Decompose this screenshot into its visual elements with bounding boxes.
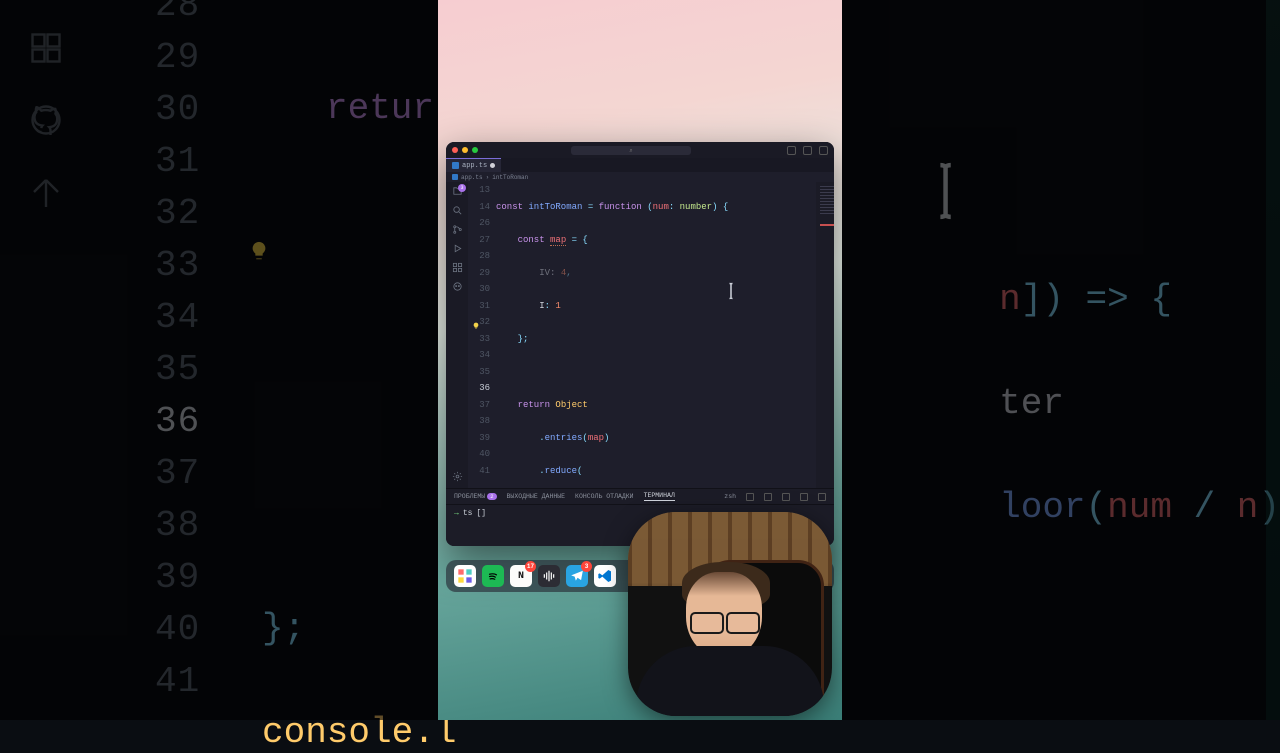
explorer-badge: 3 [458,184,466,192]
dock-app-telegram[interactable]: 3 [566,565,588,587]
panel-tab-output[interactable]: ВЫХОДНЫЕ ДАННЫЕ [507,493,566,500]
webcam-overlay [628,512,832,716]
close-panel-button[interactable] [818,493,826,501]
tab-app-ts[interactable]: app.ts [446,158,501,172]
new-terminal-button[interactable] [746,493,754,501]
telegram-badge: 3 [581,561,592,572]
search-icon[interactable] [452,205,463,216]
copilot-icon[interactable] [452,281,463,292]
source-control-icon[interactable] [452,224,463,235]
extensions-icon [28,30,64,66]
split-terminal-button[interactable] [764,493,772,501]
bg-code-fragment-right: n]) => { ter loor(num / n) [999,170,1280,534]
prompt-arrow-icon: → [454,509,459,518]
notion-letter-icon: N [518,571,524,582]
code-line: const intToRoman = function (num: number… [496,199,816,216]
github-icon [28,102,64,138]
editor-area[interactable]: 131426 272829 303132 333435 36 373839 40… [468,182,834,488]
terminal-shell-label: zsh [724,493,736,500]
share-icon [28,174,64,210]
ts-file-icon [452,174,458,180]
layout-toggle-1[interactable] [787,146,796,155]
panel-tab-terminal[interactable]: ТЕРМИНАЛ [644,492,675,501]
settings-gear-icon[interactable] [452,471,463,482]
terminal-cursor: [] [476,509,486,518]
panel-tabbar: ПРОБЛЕМЫ2 ВЫХОДНЫЕ ДАННЫЕ КОНСОЛЬ ОТЛАДК… [446,489,834,505]
tab-label: app.ts [462,162,487,170]
code-line: }; [496,331,816,348]
minimap[interactable] [816,182,834,488]
code-line: .entries(map) [496,430,816,447]
line-gutter: 131426 272829 303132 333435 36 373839 40… [468,182,496,479]
zoom-button[interactable] [472,147,478,153]
bg-code-console: console.l [262,712,456,753]
close-button[interactable] [452,147,458,153]
code-content[interactable]: const intToRoman = function (num: number… [496,182,816,488]
kill-terminal-button[interactable] [782,493,790,501]
dock-app-audio[interactable] [538,565,560,587]
vertical-video-frame: ⌕ app.ts app.ts › intToRoman 3 [438,0,842,720]
notion-badge: 17 [525,561,536,572]
panel-tab-problems[interactable]: ПРОБЛЕМЫ2 [454,493,497,500]
vscode-window: ⌕ app.ts app.ts › intToRoman 3 [446,142,834,546]
tabbar: app.ts [446,158,834,172]
bg-code-brace: }; [262,608,305,649]
bg-text-cursor-icon [928,160,970,222]
activity-bar: 3 [446,182,468,488]
dock-app-vscode[interactable] [594,565,616,587]
code-line: const map = { [496,232,816,249]
dock-app-spotify[interactable] [482,565,504,587]
terminal-cwd: ts [463,509,473,518]
breadcrumbs[interactable]: app.ts › intToRoman [446,172,834,182]
layout-toggle-3[interactable] [819,146,828,155]
layout-toggle-2[interactable] [803,146,812,155]
minimize-button[interactable] [462,147,468,153]
dock-app-launchpad[interactable] [454,565,476,587]
code-line: I: 1 [496,298,816,315]
bg-activity-bar [28,30,64,210]
panel-tab-debug[interactable]: КОНСОЛЬ ОТЛАДКИ [575,493,634,500]
code-line: .reduce( [496,463,816,480]
code-line [496,364,816,381]
bg-code-return: retur [326,88,434,129]
code-line: return Object [496,397,816,414]
titlebar: ⌕ [446,142,834,158]
extensions-icon[interactable] [452,262,463,273]
code-line: IV: 4, [496,265,816,282]
cam-glasses [690,612,760,630]
ts-file-icon [452,162,459,169]
maximize-panel-button[interactable] [800,493,808,501]
command-center[interactable]: ⌕ [571,146,691,155]
breadcrumb-symbol: intToRoman [492,174,528,181]
bg-lightbulb-icon [248,240,270,262]
bg-line-gutter: 282930 313233 3435 36 373839 4041 [155,0,200,708]
dirty-indicator-icon [490,163,495,168]
cam-shirt [636,646,824,716]
breadcrumb-file: app.ts [461,174,483,181]
run-debug-icon[interactable] [452,243,463,254]
dock-app-notion[interactable]: N 17 [510,565,532,587]
